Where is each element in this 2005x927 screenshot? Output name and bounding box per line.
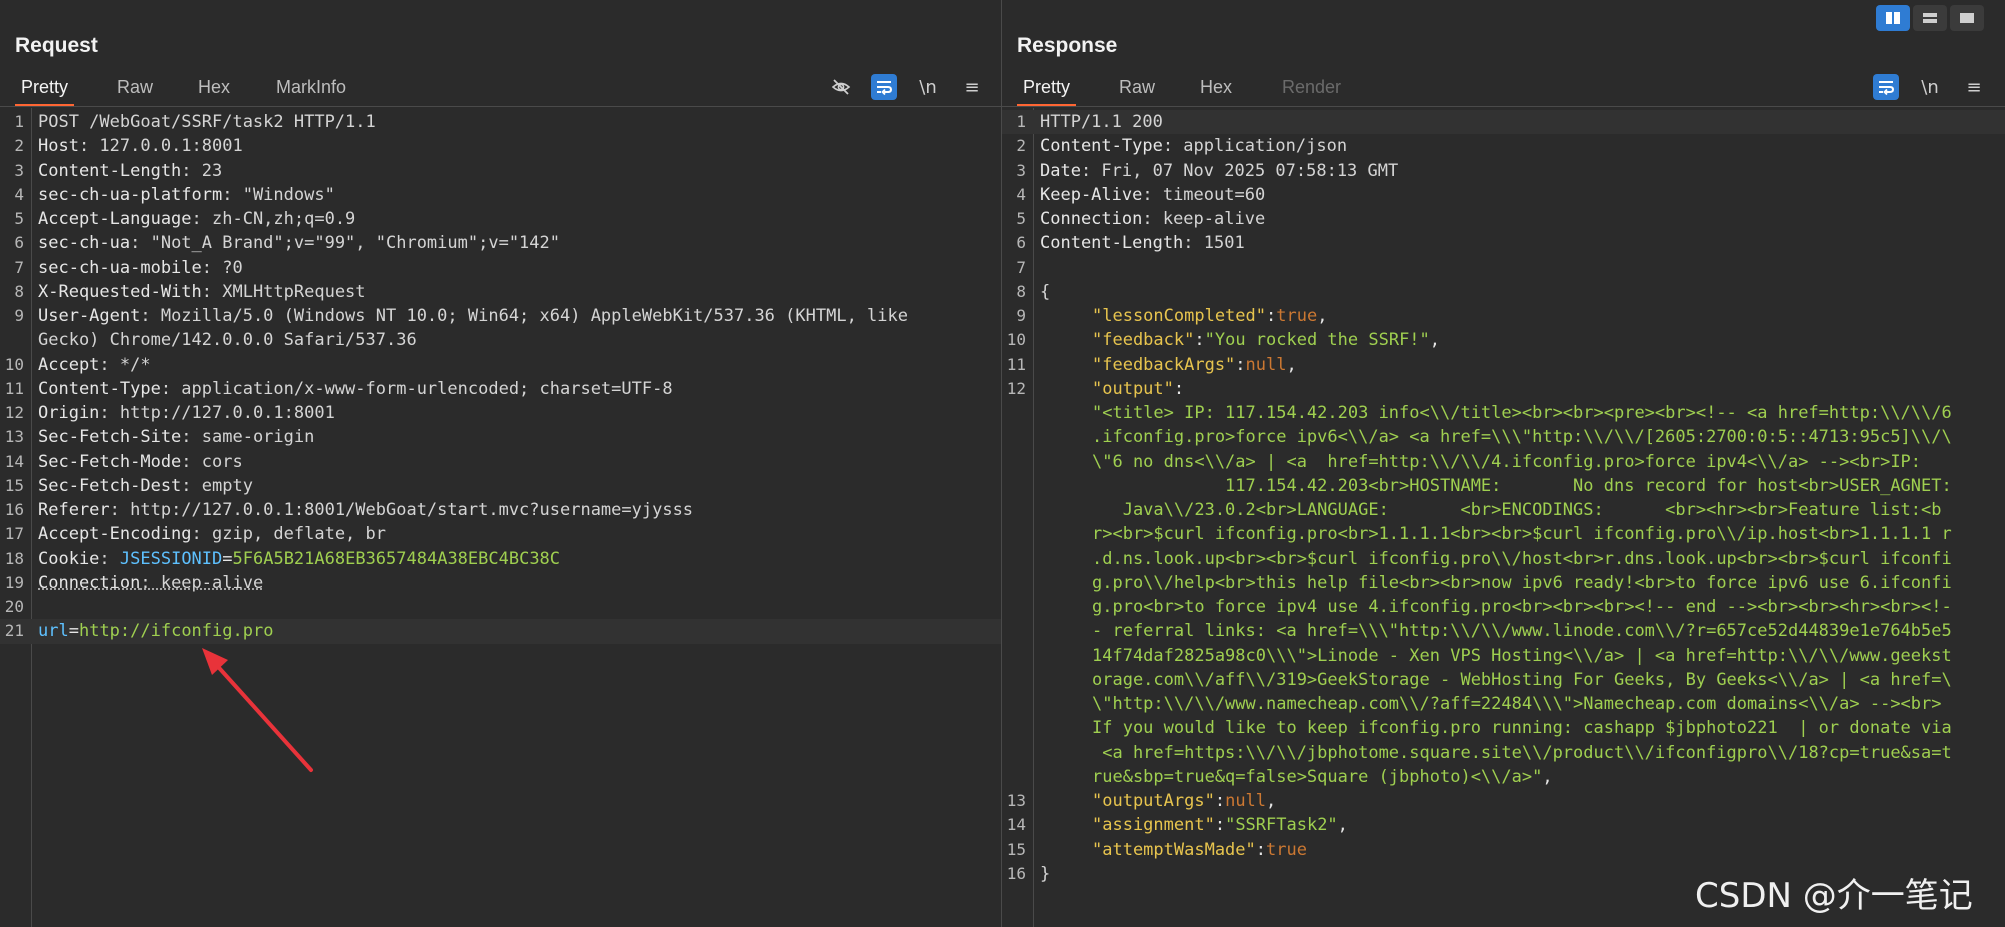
annotation-arrow xyxy=(202,648,313,772)
watermark: CSDN @介一笔记 xyxy=(1695,876,1973,916)
